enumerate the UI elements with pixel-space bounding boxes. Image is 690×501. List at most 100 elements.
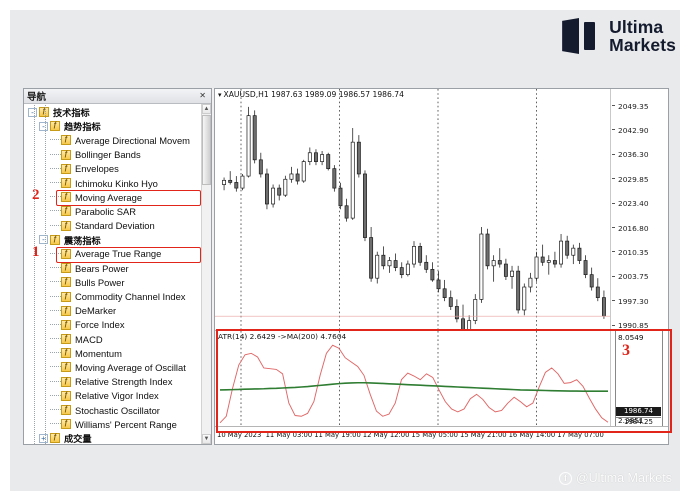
indicator-icon: ƒ <box>61 376 71 387</box>
watermark-text: @Ultima Markets <box>575 471 672 485</box>
tree-item-label: Moving Average <box>75 191 143 203</box>
scrollbar-thumb[interactable] <box>202 115 211 185</box>
indicator-icon: ƒ <box>61 334 71 345</box>
logo-mark-icon <box>562 16 600 56</box>
tree-item[interactable]: + ƒ 成交量 <box>24 431 201 444</box>
indicator-icon: ƒ <box>61 291 71 302</box>
chart-plot-area[interactable]: ▾ XAUUSD,H1 1987.63 1989.09 1986.57 1986.… <box>215 89 611 427</box>
time-tick-label: 15 May 21:00 <box>460 431 507 439</box>
tree-item[interactable]: ƒ Envelopes <box>24 162 201 176</box>
tree-item[interactable]: ƒ Force Index <box>24 318 201 332</box>
chart-symbol-label: ▾ XAUUSD,H1 1987.63 1989.09 1986.57 1986.… <box>218 90 404 99</box>
tree-item-label: Force Index <box>75 319 125 331</box>
tree-item[interactable]: - ƒ 技术指标 <box>24 105 201 119</box>
time-tick-label: 10 May 2023 <box>217 431 262 439</box>
price-scale-axis: 2049.35 2042.90 2036.30 2029.85 2023.40 2016.… <box>611 89 668 428</box>
collapse-icon[interactable]: - <box>39 121 48 131</box>
social-watermark: f @Ultima Markets <box>558 471 672 485</box>
indicator-icon: ƒ <box>61 220 71 231</box>
tree-connector <box>50 167 61 170</box>
tree-connector <box>50 423 61 425</box>
tree-item[interactable]: ƒ Standard Deviation <box>24 219 201 233</box>
tree-item-label: Commodity Channel Index <box>75 291 186 303</box>
indicator-icon: ƒ <box>61 178 71 189</box>
tree-item[interactable]: ƒ Williams' Percent Range <box>24 417 201 431</box>
price-tick-label: 2029.85 <box>618 174 649 184</box>
annotation-number-3: 3 <box>622 342 630 359</box>
annotation-number-2: 2 <box>32 187 40 204</box>
scroll-up-icon[interactable]: ▲ <box>202 104 211 114</box>
tree-item[interactable]: ƒ DeMarker <box>24 304 201 318</box>
time-tick-label: 16 May 14:00 <box>508 431 556 439</box>
tree-item-label: Bulls Power <box>75 276 125 288</box>
tree-item[interactable]: ƒ Stochastic Oscillator <box>24 403 201 417</box>
tree-connector <box>50 252 61 255</box>
tree-item[interactable]: ƒ Ichimoku Kinko Hyo <box>24 176 201 190</box>
indicator-icon: ƒ <box>61 192 71 203</box>
collapse-icon[interactable]: - <box>39 235 48 245</box>
indicator-icon: ƒ <box>61 419 71 430</box>
indicator-icon: ƒ <box>61 263 71 274</box>
tree-item-label: DeMarker <box>75 305 117 317</box>
tree-item-label: 震荡指标 <box>64 235 101 247</box>
tree-item-label: Stochastic Oscillator <box>75 404 160 416</box>
tree-item[interactable]: ƒ Average True Range <box>24 247 201 261</box>
price-tick-label: 2036.30 <box>618 150 649 160</box>
tree-item[interactable]: ƒ Bulls Power <box>24 275 201 289</box>
indicator-label: ATR(14) 2.6429 ->MA(200) 4.7604 <box>218 332 347 341</box>
price-tick-label: 2049.35 <box>618 101 649 111</box>
tree-item[interactable]: ƒ Parabolic SAR <box>24 204 201 218</box>
tree-item-label: Moving Average of Oscillat <box>75 361 186 373</box>
close-icon[interactable]: ✕ <box>197 92 208 100</box>
chart-dropdown-caret-icon[interactable]: ▾ <box>218 91 222 99</box>
logo-line-2: Markets <box>609 35 676 55</box>
series-ATR(14) <box>219 344 609 424</box>
indicator-icon: ƒ <box>50 433 60 444</box>
tree-item-label: Bollinger Bands <box>75 149 141 161</box>
tree-item-label: MACD <box>75 333 103 345</box>
tree-item-label: Envelopes <box>75 163 119 175</box>
expand-icon[interactable]: + <box>39 433 48 443</box>
indicator-icon: ƒ <box>61 135 71 146</box>
ultima-markets-logo: Ultima Markets <box>562 16 676 56</box>
time-tick-label: 11 May 19:00 <box>314 431 361 439</box>
indicator-icon: ƒ <box>61 163 71 174</box>
tree-item-label: Parabolic SAR <box>75 205 136 217</box>
tree-item[interactable]: ƒ Bears Power <box>24 261 201 275</box>
collapse-icon[interactable]: - <box>28 107 37 117</box>
tree-item[interactable]: ƒ Average Directional Movem <box>24 133 201 147</box>
tree-item[interactable]: - ƒ 趋势指标 <box>24 119 201 133</box>
navigator-panel: 导航 ✕ - ƒ 技术指标 - ƒ 趋势指标 ƒ Average Directional Mo… <box>23 88 212 445</box>
tree-item[interactable]: ƒ Commodity Channel Index <box>24 289 201 303</box>
tree-item[interactable]: ƒ Relative Vigor Index <box>24 389 201 403</box>
candlestick-chart <box>215 89 610 329</box>
tree-connector <box>50 380 61 383</box>
tree-item-label: Williams' Percent Range <box>75 418 177 430</box>
scroll-down-icon[interactable]: ▼ <box>202 434 211 444</box>
series-MA(200) <box>219 381 608 393</box>
tree-item[interactable]: ƒ Bollinger Bands <box>24 148 201 162</box>
indicator-icon: ƒ <box>61 405 71 416</box>
navigator-titlebar: 导航 ✕ <box>24 89 211 104</box>
tree-item[interactable]: - ƒ 震荡指标 <box>24 233 201 247</box>
tree-guide-line <box>45 105 46 444</box>
tree-item[interactable]: ƒ Moving Average <box>24 190 201 204</box>
indicator-subwindow: ATR(14) 2.6429 ->MA(200) 4.7604 <box>215 330 610 427</box>
indicator-icon: ƒ <box>50 121 60 132</box>
tree-item[interactable]: ƒ MACD <box>24 332 201 346</box>
tree-item[interactable]: ƒ Moving Average of Oscillat <box>24 360 201 374</box>
navigator-scrollbar[interactable]: ▲ ▼ <box>201 104 211 444</box>
page-root: Ultima Markets 导航 ✕ - ƒ 技术指标 - ƒ 趋势指标 ƒ Average… <box>0 0 690 501</box>
tree-item-label: Average Directional Movem <box>75 134 190 146</box>
tree-item[interactable]: ƒ Momentum <box>24 346 201 360</box>
price-tick-label: 2016.80 <box>618 223 649 233</box>
tree-item-label: Relative Vigor Index <box>75 390 159 402</box>
tree-item-label: 技术指标 <box>53 108 90 120</box>
atr-indicator-chart <box>219 331 609 427</box>
tree-item[interactable]: ƒ Relative Strength Index <box>24 375 201 389</box>
indicator-tree: - ƒ 技术指标 - ƒ 趋势指标 ƒ Average Directional Movem ƒ B… <box>24 105 201 444</box>
tree-item-label: Average True Range <box>75 248 162 260</box>
tree-item-label: Ichimoku Kinko Hyo <box>75 177 158 189</box>
time-tick-label: 17 May 07:00 <box>557 431 604 439</box>
tree-item-label: 趋势指标 <box>64 122 101 134</box>
